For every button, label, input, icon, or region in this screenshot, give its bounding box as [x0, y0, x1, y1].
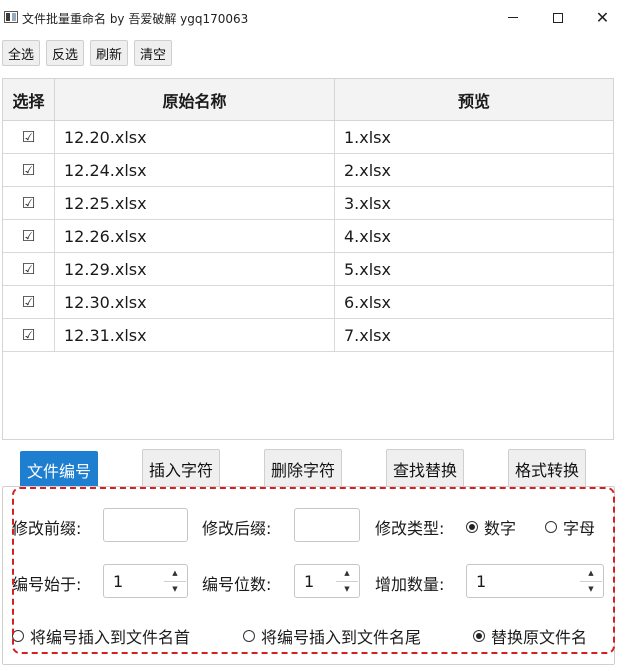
spin-up-icon[interactable]: ▲ [164, 566, 186, 582]
position-radio-replace[interactable]: 替换原文件名 [473, 624, 587, 648]
table-row[interactable]: ☑ 12.25.xlsx 3.xlsx [3, 187, 613, 220]
column-header-original[interactable]: 原始名称 [55, 79, 335, 120]
radio-unchecked-icon [545, 521, 557, 533]
app-icon [4, 11, 18, 23]
increment-label: 增加数量: [375, 575, 445, 594]
preview-name-cell: 6.xlsx [344, 292, 391, 312]
original-name-cell: 12.31.xlsx [55, 319, 335, 351]
radio-unchecked-icon [12, 630, 24, 642]
type-radio-letter[interactable]: 字母 [545, 515, 595, 539]
column-header-select[interactable]: 选择 [3, 79, 55, 120]
row-checkbox[interactable]: ☑ [22, 129, 35, 145]
start-label: 编号始于: [12, 575, 82, 594]
prefix-label: 修改前缀: [12, 519, 82, 538]
row-checkbox[interactable]: ☑ [22, 162, 35, 178]
original-name-cell: 12.25.xlsx [55, 187, 335, 219]
row-checkbox[interactable]: ☑ [22, 195, 35, 211]
maximize-button[interactable] [535, 0, 580, 35]
preview-name-cell: 7.xlsx [344, 325, 391, 345]
table-row[interactable]: ☑ 12.24.xlsx 2.xlsx [3, 154, 613, 187]
position-radio-tail-label: 将编号插入到文件名尾 [261, 628, 422, 647]
original-name-cell: 12.29.xlsx [55, 253, 335, 285]
original-name-cell: 12.20.xlsx [55, 121, 335, 153]
tab-file-numbering[interactable]: 文件编号 [20, 451, 99, 487]
suffix-input[interactable] [294, 508, 360, 542]
clear-button[interactable]: 清空 [134, 40, 173, 66]
minimize-button[interactable] [490, 0, 535, 35]
prefix-input[interactable] [103, 508, 188, 542]
invert-selection-button[interactable]: 反选 [46, 40, 85, 66]
start-value: 1 [113, 571, 124, 591]
position-radio-head[interactable]: 将编号插入到文件名首 [12, 624, 190, 648]
start-spinner[interactable]: 1 ▲ ▼ [103, 564, 188, 598]
increment-spinner[interactable]: 1 ▲ ▼ [466, 564, 604, 598]
position-radio-head-label: 将编号插入到文件名首 [30, 628, 191, 647]
table-row[interactable]: ☑ 12.26.xlsx 4.xlsx [3, 220, 613, 253]
original-name-cell: 12.30.xlsx [55, 286, 335, 318]
spin-down-icon[interactable]: ▼ [164, 582, 186, 597]
row-checkbox[interactable]: ☑ [22, 327, 35, 343]
tab-strip: 文件编号 插入字符 删除字符 查找替换 格式转换 [0, 449, 625, 487]
maximize-icon [552, 12, 563, 23]
table-row[interactable]: ☑ 12.29.xlsx 5.xlsx [3, 253, 613, 286]
position-radio-replace-label: 替换原文件名 [491, 628, 588, 647]
digits-spinner[interactable]: 1 ▲ ▼ [294, 564, 360, 598]
digits-value: 1 [304, 571, 315, 591]
spin-down-icon[interactable]: ▼ [336, 582, 358, 597]
tab-format-convert[interactable]: 格式转换 [508, 449, 587, 487]
window-title: 文件批量重命名 by 吾爱破解 ygq170063 [22, 12, 249, 26]
increment-value: 1 [476, 571, 487, 591]
spin-up-icon[interactable]: ▲ [580, 566, 602, 582]
row-checkbox[interactable]: ☑ [22, 261, 35, 277]
select-all-button[interactable]: 全选 [2, 40, 41, 66]
preview-name-cell: 4.xlsx [344, 226, 391, 246]
original-name-cell: 12.26.xlsx [55, 220, 335, 252]
tab-delete-chars[interactable]: 删除字符 [264, 449, 343, 487]
table-row[interactable]: ☑ 12.30.xlsx 6.xlsx [3, 286, 613, 319]
preview-name-cell: 1.xlsx [344, 127, 391, 147]
spin-up-icon[interactable]: ▲ [336, 566, 358, 582]
refresh-button[interactable]: 刷新 [90, 40, 129, 66]
type-radio-letter-label: 字母 [563, 519, 596, 538]
file-grid[interactable]: 选择 原始名称 预览 ☑ 12.20.xlsx 1.xlsx ☑ 12.24.x… [2, 78, 614, 440]
type-label: 修改类型: [375, 519, 445, 538]
table-row[interactable]: ☑ 12.31.xlsx 7.xlsx [3, 319, 613, 352]
close-button[interactable]: ✕ [580, 0, 625, 35]
digits-label: 编号位数: [202, 575, 272, 594]
tab-find-replace[interactable]: 查找替换 [386, 449, 465, 487]
radio-unchecked-icon [243, 630, 255, 642]
radio-checked-icon [466, 521, 478, 533]
close-icon: ✕ [595, 7, 610, 27]
preview-name-cell: 5.xlsx [344, 259, 391, 279]
toolbar: 全选 反选 刷新 清空 [2, 40, 173, 66]
type-radio-number[interactable]: 数字 [466, 515, 516, 539]
radio-checked-icon [473, 630, 485, 642]
grid-header: 选择 原始名称 预览 [3, 79, 613, 121]
preview-name-cell: 2.xlsx [344, 160, 391, 180]
row-checkbox[interactable]: ☑ [22, 294, 35, 310]
tab-insert-chars[interactable]: 插入字符 [142, 449, 221, 487]
spin-down-icon[interactable]: ▼ [580, 582, 602, 597]
title-bar: 文件批量重命名 by 吾爱破解 ygq170063 ✕ [0, 0, 625, 35]
row-checkbox[interactable]: ☑ [22, 228, 35, 244]
column-header-preview[interactable]: 预览 [335, 79, 613, 120]
suffix-label: 修改后缀: [202, 519, 272, 538]
table-row[interactable]: ☑ 12.20.xlsx 1.xlsx [3, 121, 613, 154]
preview-name-cell: 3.xlsx [344, 193, 391, 213]
minimize-icon [507, 17, 518, 18]
original-name-cell: 12.24.xlsx [55, 154, 335, 186]
position-radio-tail[interactable]: 将编号插入到文件名尾 [243, 624, 421, 648]
type-radio-number-label: 数字 [484, 519, 517, 538]
